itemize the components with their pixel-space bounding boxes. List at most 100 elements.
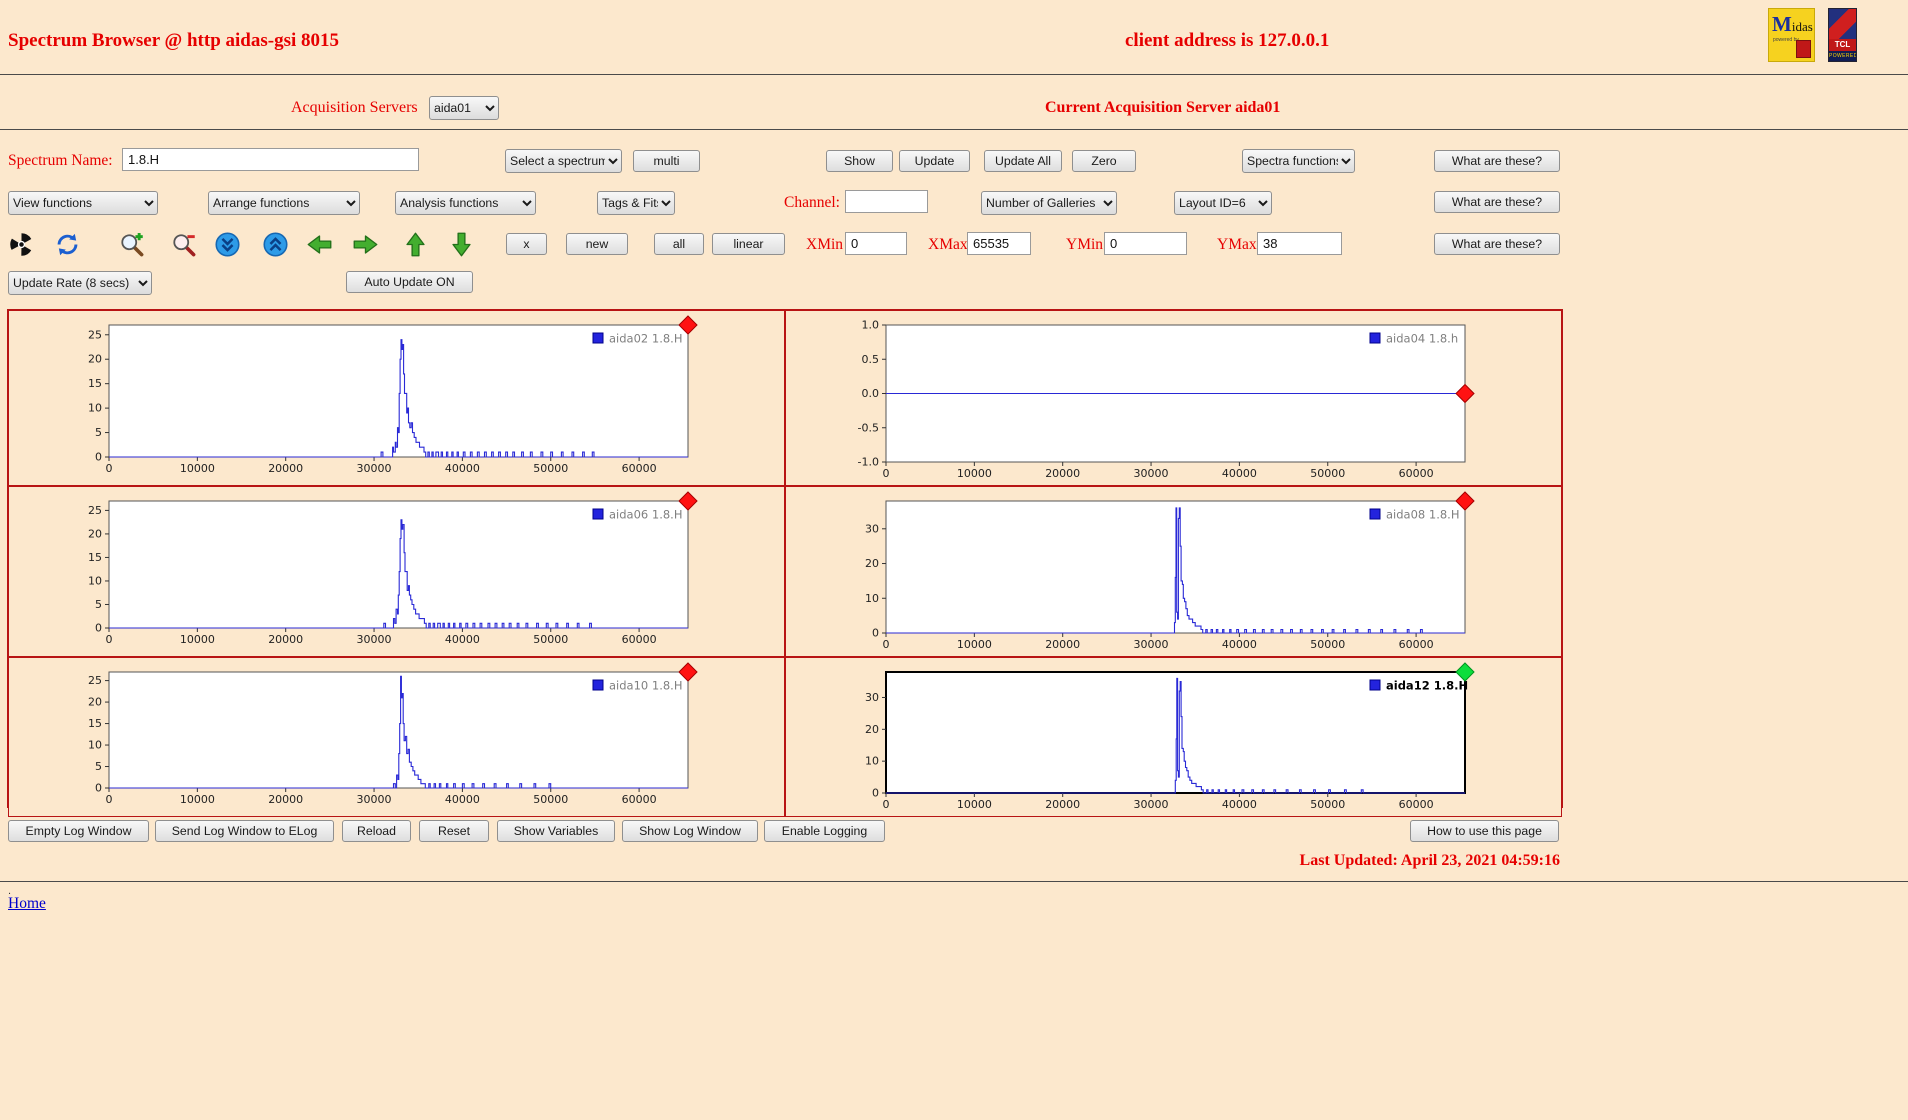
send-log-to-elog-button[interactable]: Send Log Window to ELog: [155, 820, 334, 842]
arrange-functions-dropdown[interactable]: Arrange functions: [208, 191, 360, 215]
svg-text:20000: 20000: [268, 793, 303, 806]
update-all-button[interactable]: Update All: [984, 150, 1062, 172]
what-are-these-button-1[interactable]: What are these?: [1434, 150, 1560, 172]
acquisition-servers-label: Acquisition Servers: [291, 99, 418, 116]
svg-text:10: 10: [88, 574, 102, 587]
show-button[interactable]: Show: [826, 150, 893, 172]
tcl-logo[interactable]: TCL POWERED: [1828, 8, 1857, 62]
tcl-logo-sub: POWERED: [1829, 51, 1857, 61]
svg-text:0.5: 0.5: [862, 353, 880, 366]
layout-id-dropdown[interactable]: Layout ID=6: [1174, 191, 1272, 215]
home-link[interactable]: Home: [8, 895, 46, 913]
multi-button[interactable]: multi: [633, 150, 700, 172]
xmin-label: XMin: [806, 236, 844, 253]
ymax-input[interactable]: [1257, 232, 1342, 255]
svg-text:50000: 50000: [533, 633, 568, 646]
spectrum-name-input[interactable]: [122, 148, 419, 171]
midas-logo[interactable]: Midas powered by: [1768, 8, 1815, 62]
svg-text:0.0: 0.0: [862, 387, 880, 400]
ymin-input[interactable]: [1104, 232, 1187, 255]
page: Spectrum Browser @ http aidas-gsi 8015 c…: [0, 0, 1908, 1120]
svg-text:30000: 30000: [357, 793, 392, 806]
svg-text:aida04 1.8.h: aida04 1.8.h: [1386, 332, 1458, 346]
svg-text:10000: 10000: [957, 798, 992, 811]
svg-text:10000: 10000: [180, 633, 215, 646]
svg-text:40000: 40000: [1222, 467, 1257, 480]
spectrum-name-label: Spectrum Name:: [8, 152, 113, 169]
svg-text:1.0: 1.0: [862, 319, 880, 332]
show-log-window-button[interactable]: Show Log Window: [622, 820, 758, 842]
svg-text:0: 0: [106, 462, 113, 475]
svg-text:30000: 30000: [357, 633, 392, 646]
enable-logging-button[interactable]: Enable Logging: [764, 820, 885, 842]
xmin-input[interactable]: [845, 232, 907, 255]
svg-text:20: 20: [88, 527, 102, 540]
xmax-input[interactable]: [967, 232, 1031, 255]
svg-text:10: 10: [88, 402, 102, 415]
svg-text:15: 15: [88, 551, 102, 564]
scroll-down-icon[interactable]: [214, 231, 241, 258]
spectrum-panel-aida10[interactable]: 0 5 10 15 20 25 0 10000 20000 30000 40000 50000 6000…: [8, 657, 785, 817]
empty-log-window-button[interactable]: Empty Log Window: [8, 820, 149, 842]
divider: [0, 129, 1908, 130]
svg-text:50000: 50000: [1310, 638, 1345, 651]
current-server-text: Current Acquisition Server aida01: [1045, 99, 1281, 116]
pan-left-icon[interactable]: [306, 231, 333, 258]
pan-up-icon[interactable]: [402, 231, 429, 258]
refresh-icon[interactable]: [54, 231, 81, 258]
svg-text:20000: 20000: [1045, 467, 1080, 480]
all-button[interactable]: all: [654, 233, 704, 255]
zero-button[interactable]: Zero: [1072, 150, 1136, 172]
spectra-functions-dropdown[interactable]: Spectra functions: [1242, 149, 1355, 173]
channel-input[interactable]: [845, 190, 928, 213]
svg-text:10: 10: [88, 739, 102, 752]
what-are-these-button-3[interactable]: What are these?: [1434, 233, 1560, 255]
analysis-functions-dropdown[interactable]: Analysis functions: [395, 191, 536, 215]
zoom-out-icon[interactable]: [170, 231, 197, 258]
svg-text:aida10 1.8.H: aida10 1.8.H: [609, 679, 682, 693]
spectrum-panel-aida08[interactable]: 0 10 20 30 0 10000 20000 30000 40000 50000 60000 ai…: [785, 486, 1562, 657]
spectrum-panel-aida02[interactable]: 0 5 10 15 20 25 0 10000 20000 30000 40000 50000 6000…: [8, 310, 785, 486]
tags-fits-dropdown[interactable]: Tags & Fits: [597, 191, 675, 215]
svg-text:15: 15: [88, 717, 102, 730]
number-of-galleries-dropdown[interactable]: Number of Galleries: [981, 191, 1117, 215]
x-button[interactable]: x: [506, 233, 547, 255]
svg-text:40000: 40000: [445, 462, 480, 475]
svg-text:-1.0: -1.0: [858, 456, 879, 469]
linear-button[interactable]: linear: [712, 233, 785, 255]
pan-right-icon[interactable]: [352, 231, 379, 258]
svg-text:0: 0: [106, 633, 113, 646]
svg-text:10000: 10000: [957, 467, 992, 480]
view-functions-dropdown[interactable]: View functions: [8, 191, 158, 215]
spectrum-gallery: 0 5 10 15 20 25 0 10000 20000 30000 40000 50000 6000…: [7, 309, 1563, 817]
svg-text:5: 5: [95, 760, 102, 773]
new-button[interactable]: new: [566, 233, 628, 255]
auto-update-button[interactable]: Auto Update ON: [346, 271, 473, 293]
svg-text:60000: 60000: [1399, 467, 1434, 480]
spectrum-panel-aida04[interactable]: -1.0 -0.5 0.0 0.5 1.0 0 10000 20000 30000 40000 50…: [785, 310, 1562, 486]
svg-text:20000: 20000: [268, 633, 303, 646]
svg-text:40000: 40000: [1222, 638, 1257, 651]
how-to-use-button[interactable]: How to use this page: [1410, 820, 1559, 842]
update-button[interactable]: Update: [899, 150, 970, 172]
svg-text:20: 20: [88, 353, 102, 366]
zoom-in-icon[interactable]: [118, 231, 145, 258]
midas-logo-rest: idas: [1791, 19, 1813, 34]
update-rate-dropdown[interactable]: Update Rate (8 secs): [8, 271, 152, 295]
svg-text:50000: 50000: [1310, 798, 1345, 811]
show-variables-button[interactable]: Show Variables: [497, 820, 615, 842]
spectrum-panel-aida12[interactable]: 0 10 20 30 0 10000 20000 30000 40000 50000 60000 ai…: [785, 657, 1562, 817]
svg-text:-0.5: -0.5: [858, 421, 879, 434]
svg-text:aida02 1.8.H: aida02 1.8.H: [609, 332, 682, 346]
reset-button[interactable]: Reset: [419, 820, 489, 842]
pan-down-icon[interactable]: [448, 231, 475, 258]
radiation-icon[interactable]: [8, 231, 35, 258]
select-spectrum-dropdown[interactable]: Select a spectrum: [505, 149, 622, 173]
reload-button[interactable]: Reload: [342, 820, 411, 842]
acquisition-server-select[interactable]: aida01: [429, 96, 499, 120]
svg-text:30000: 30000: [357, 462, 392, 475]
spectrum-panel-aida06[interactable]: 0 5 10 15 20 25 0 10000 20000 30000 40000 50000 6000…: [8, 486, 785, 657]
svg-text:20: 20: [865, 557, 879, 570]
scroll-up-icon[interactable]: [262, 231, 289, 258]
what-are-these-button-2[interactable]: What are these?: [1434, 191, 1560, 213]
